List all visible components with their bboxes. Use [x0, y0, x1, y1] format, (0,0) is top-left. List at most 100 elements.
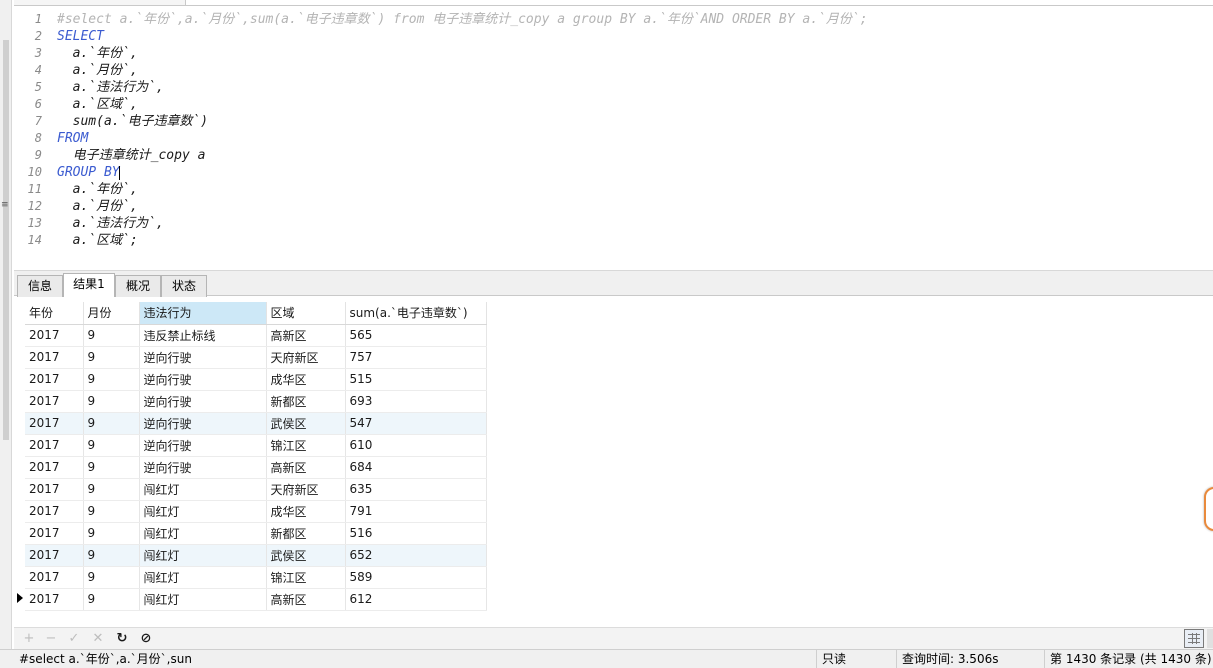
- plus-icon[interactable]: +: [20, 630, 38, 648]
- editor-line[interactable]: 4 a.`月份`,: [14, 62, 1213, 79]
- table-cell[interactable]: 逆向行驶: [139, 346, 267, 369]
- editor-line[interactable]: 8 FROM: [14, 130, 1213, 147]
- table-row[interactable]: 2017 9 闯红灯 锦江区 589: [25, 566, 487, 589]
- code-text[interactable]: 电子违章统计_copy a: [57, 147, 206, 164]
- table-cell[interactable]: 闯红灯: [139, 566, 267, 589]
- code-text[interactable]: a.`区域`;: [57, 232, 138, 249]
- column-header-violation[interactable]: 违法行为: [139, 302, 267, 325]
- table-cell[interactable]: 逆向行驶: [139, 456, 267, 479]
- table-cell[interactable]: 589: [345, 566, 487, 589]
- table-cell[interactable]: 9: [83, 390, 140, 413]
- table-cell[interactable]: 2017: [25, 566, 84, 589]
- table-cell[interactable]: 闯红灯: [139, 522, 267, 545]
- table-cell[interactable]: 成华区: [266, 500, 346, 523]
- editor-tab[interactable]: [14, 0, 186, 6]
- editor-line[interactable]: 14 a.`区域`;: [14, 232, 1213, 249]
- table-cell[interactable]: 565: [345, 324, 487, 347]
- table-row[interactable]: 2017 9 违反禁止标线 高新区 565: [25, 324, 487, 347]
- tab-info[interactable]: 信息: [17, 275, 63, 297]
- table-cell[interactable]: 2017: [25, 412, 84, 435]
- code-text[interactable]: a.`年份`,: [57, 45, 138, 62]
- table-cell[interactable]: 2017: [25, 456, 84, 479]
- table-cell[interactable]: 9: [83, 478, 140, 501]
- table-cell[interactable]: 高新区: [266, 324, 346, 347]
- editor-line[interactable]: 3 a.`年份`,: [14, 45, 1213, 62]
- table-cell[interactable]: 547: [345, 412, 487, 435]
- stop-icon[interactable]: ⊘: [137, 630, 155, 648]
- table-cell[interactable]: 天府新区: [266, 346, 346, 369]
- table-cell[interactable]: 2017: [25, 522, 84, 545]
- result-grid[interactable]: 年份 月份 违法行为 区域 sum(a.`电子违章数`) 2017 9 违反禁止标线…: [25, 302, 487, 611]
- code-text[interactable]: a.`违法行为`,: [57, 215, 164, 232]
- table-cell[interactable]: 武侯区: [266, 544, 346, 567]
- table-row[interactable]: 2017 9 闯红灯 成华区 791: [25, 500, 487, 523]
- table-row[interactable]: 2017 9 逆向行驶 武侯区 547: [25, 412, 487, 435]
- editor-line[interactable]: 13 a.`违法行为`,: [14, 215, 1213, 232]
- table-cell[interactable]: 2017: [25, 500, 84, 523]
- table-cell[interactable]: 2017: [25, 390, 84, 413]
- editor-line[interactable]: 1 #select a.`年份`,a.`月份`,sum(a.`电子违章数`) fr…: [14, 11, 1213, 28]
- table-cell[interactable]: 2017: [25, 478, 84, 501]
- table-cell[interactable]: 610: [345, 434, 487, 457]
- table-cell[interactable]: 693: [345, 390, 487, 413]
- column-header-sum[interactable]: sum(a.`电子违章数`): [345, 302, 487, 325]
- table-cell[interactable]: 791: [345, 500, 487, 523]
- editor-line[interactable]: 12 a.`月份`,: [14, 198, 1213, 215]
- table-cell[interactable]: 2017: [25, 544, 84, 567]
- table-row[interactable]: 2017 9 闯红灯 新都区 516: [25, 522, 487, 545]
- column-header-month[interactable]: 月份: [83, 302, 140, 325]
- tab-status[interactable]: 状态: [161, 275, 207, 297]
- table-cell[interactable]: 9: [83, 346, 140, 369]
- grid-view-icon[interactable]: [1184, 629, 1204, 648]
- editor-line[interactable]: 2 SELECT: [14, 28, 1213, 45]
- code-text[interactable]: a.`月份`,: [57, 62, 138, 79]
- tab-result1[interactable]: 结果1: [63, 273, 115, 298]
- sql-editor[interactable]: 1 #select a.`年份`,a.`月份`,sum(a.`电子违章数`) fr…: [14, 7, 1213, 269]
- code-text[interactable]: GROUP BY: [57, 164, 120, 181]
- table-cell[interactable]: 违反禁止标线: [139, 324, 267, 347]
- editor-line[interactable]: 9 电子违章统计_copy a: [14, 147, 1213, 164]
- table-cell[interactable]: 635: [345, 478, 487, 501]
- table-cell[interactable]: 新都区: [266, 390, 346, 413]
- table-cell[interactable]: 652: [345, 544, 487, 567]
- left-scrollbar[interactable]: [3, 40, 9, 440]
- table-cell[interactable]: 逆向行驶: [139, 390, 267, 413]
- code-text[interactable]: #select a.`年份`,a.`月份`,sum(a.`电子违章数`) fro…: [57, 11, 868, 28]
- code-text[interactable]: a.`违法行为`,: [57, 79, 164, 96]
- table-cell[interactable]: 9: [83, 522, 140, 545]
- table-row[interactable]: 2017 9 闯红灯 高新区 612: [25, 588, 487, 611]
- table-cell[interactable]: 高新区: [266, 456, 346, 479]
- refresh-icon[interactable]: ↻: [113, 630, 131, 648]
- floating-assistant-icon[interactable]: [1204, 487, 1213, 531]
- editor-line[interactable]: 7 sum(a.`电子违章数`): [14, 113, 1213, 130]
- table-row[interactable]: 2017 9 逆向行驶 新都区 693: [25, 390, 487, 413]
- code-text[interactable]: a.`区域`,: [57, 96, 138, 113]
- table-cell[interactable]: 516: [345, 522, 487, 545]
- table-row[interactable]: 2017 9 闯红灯 天府新区 635: [25, 478, 487, 501]
- cross-icon[interactable]: ✕: [89, 630, 107, 648]
- table-cell[interactable]: 757: [345, 346, 487, 369]
- table-cell[interactable]: 逆向行驶: [139, 412, 267, 435]
- table-cell[interactable]: 锦江区: [266, 566, 346, 589]
- editor-line[interactable]: 5 a.`违法行为`,: [14, 79, 1213, 96]
- table-cell[interactable]: 9: [83, 434, 140, 457]
- table-cell[interactable]: 闯红灯: [139, 478, 267, 501]
- editor-line[interactable]: 11 a.`年份`,: [14, 181, 1213, 198]
- code-text[interactable]: a.`月份`,: [57, 198, 138, 215]
- table-cell[interactable]: 成华区: [266, 368, 346, 391]
- code-text[interactable]: sum(a.`电子违章数`): [57, 113, 208, 130]
- check-icon[interactable]: ✓: [65, 630, 83, 648]
- table-cell[interactable]: 逆向行驶: [139, 434, 267, 457]
- splitter-grip-icon[interactable]: ≡: [1, 201, 9, 213]
- table-row[interactable]: 2017 9 逆向行驶 高新区 684: [25, 456, 487, 479]
- table-cell[interactable]: 天府新区: [266, 478, 346, 501]
- code-text[interactable]: FROM: [57, 130, 88, 147]
- tab-profile[interactable]: 概况: [115, 275, 161, 297]
- table-cell[interactable]: 新都区: [266, 522, 346, 545]
- table-cell[interactable]: 9: [83, 368, 140, 391]
- minus-icon[interactable]: −: [42, 630, 60, 648]
- table-cell[interactable]: 9: [83, 566, 140, 589]
- table-row[interactable]: 2017 9 逆向行驶 锦江区 610: [25, 434, 487, 457]
- code-text[interactable]: a.`年份`,: [57, 181, 138, 198]
- table-cell[interactable]: 2017: [25, 588, 84, 611]
